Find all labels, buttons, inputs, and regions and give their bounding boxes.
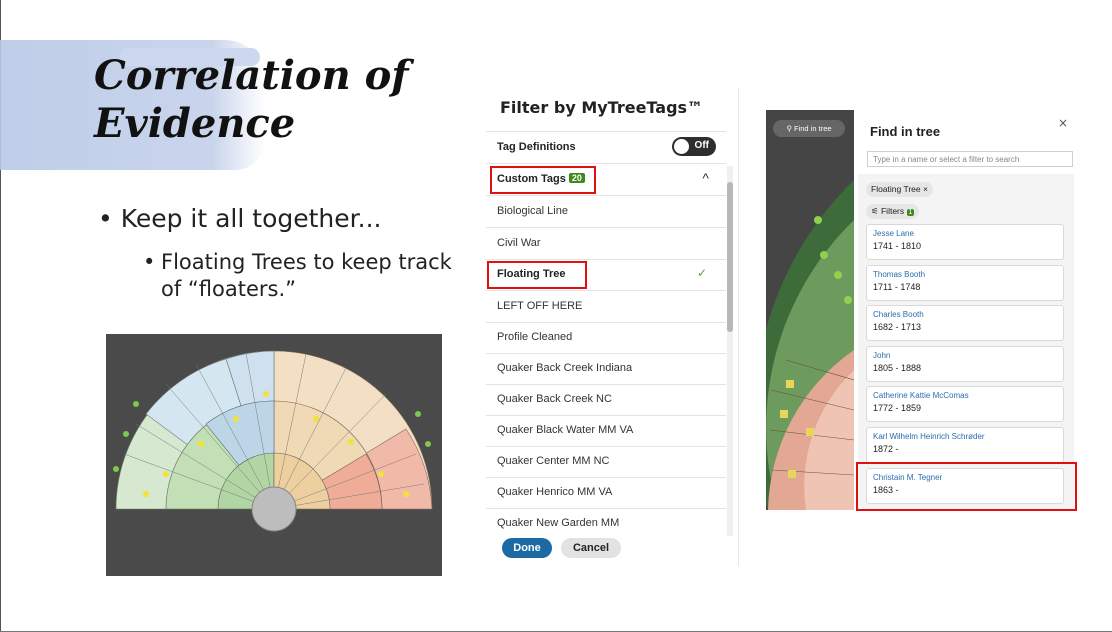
- find-panel-header: Find in tree × Type in a name or select …: [858, 110, 1074, 174]
- tree-background: ⚲ Find in tree: [754, 110, 855, 510]
- title-line-1: Correlation of: [94, 52, 409, 99]
- tag-item[interactable]: Quaker Henrico MM VA: [486, 477, 726, 509]
- checkmark-icon: ✓: [696, 266, 707, 280]
- tag-item[interactable]: LEFT OFF HERE: [486, 291, 726, 323]
- search-person-icon: ⚲: [786, 124, 795, 133]
- highlight-floating-tree: [487, 261, 587, 289]
- bullet-floating-trees: • Floating Trees to keep track of “float…: [143, 249, 473, 303]
- tree-fragment-graphic: [754, 180, 855, 510]
- filters-sliders-icon: ⚟: [871, 206, 881, 216]
- filters-button[interactable]: ⚟ Filters 1: [866, 204, 920, 219]
- toggle-state-label: Off: [694, 140, 709, 151]
- tag-item[interactable]: Quaker Back Creek Indiana: [486, 353, 726, 385]
- tag-item-label: LEFT OFF HERE: [497, 300, 583, 312]
- tag-item[interactable]: Quaker Black Water MM VA: [486, 415, 726, 447]
- tag-item-label: Quaker Henrico MM VA: [497, 486, 613, 498]
- tag-item[interactable]: Civil War: [486, 228, 726, 260]
- find-in-tree-button[interactable]: ⚲ Find in tree: [773, 120, 845, 137]
- tag-item-label: Quaker Back Creek Indiana: [497, 362, 633, 374]
- result-card[interactable]: Thomas Booth 1711 - 1748: [866, 265, 1064, 301]
- slide-title: Correlation of Evidence: [94, 52, 408, 148]
- highlight-custom-tags: [490, 166, 596, 194]
- slide: Correlation of Evidence • Keep it all to…: [0, 0, 1112, 632]
- tag-item-label: Quaker Black Water MM VA: [497, 424, 634, 436]
- tag-item-label: Quaker Center MM NC: [497, 455, 610, 467]
- toggle-knob: [674, 139, 689, 154]
- tag-item[interactable]: Quaker Center MM NC: [486, 446, 726, 478]
- result-dates: 1741 - 1810: [873, 241, 922, 251]
- filters-label: Filters: [880, 206, 905, 216]
- tag-item-label: Biological Line: [497, 205, 568, 217]
- cancel-button[interactable]: Cancel: [561, 538, 621, 558]
- done-button[interactable]: Done: [502, 538, 552, 558]
- bullet-floating-trees-text: Floating Trees to keep track of “floater…: [161, 250, 452, 301]
- find-panel: Find in tree × Type in a name or select …: [858, 110, 1074, 510]
- result-card[interactable]: Catherine Kattie McComas 1772 - 1859: [866, 386, 1064, 422]
- find-in-tree-screenshot: ⚲ Find in tree Find in tree × Type in a …: [754, 110, 1074, 510]
- result-dates: 1772 - 1859: [873, 403, 922, 413]
- highlight-christain-tegner: [856, 462, 1077, 511]
- result-dates: 1872 -: [873, 444, 899, 454]
- bullet-dot: •: [143, 250, 156, 274]
- result-card[interactable]: Charles Booth 1682 - 1713: [866, 305, 1064, 341]
- chevron-up-icon[interactable]: ^: [702, 170, 709, 186]
- tag-item[interactable]: Quaker New Garden MM: [486, 508, 726, 539]
- find-search-input[interactable]: Type in a name or select a filter to sea…: [867, 151, 1073, 167]
- result-dates: 1711 - 1748: [873, 282, 921, 292]
- filters-count-badge: 1: [906, 209, 915, 216]
- result-name: Thomas Booth: [873, 270, 926, 279]
- find-in-tree-button-label: Find in tree: [794, 124, 832, 133]
- tag-item[interactable]: Quaker Back Creek NC: [486, 384, 726, 416]
- close-icon[interactable]: ×: [1058, 116, 1068, 130]
- tag-item[interactable]: Profile Cleaned: [486, 322, 726, 354]
- tag-definitions-toggle[interactable]: Off: [672, 137, 716, 156]
- result-name: Charles Booth: [873, 310, 924, 319]
- result-dates: 1805 - 1888: [873, 363, 922, 373]
- result-name: John: [873, 351, 891, 360]
- floating-tree-filter-chip[interactable]: Floating Tree ×: [866, 182, 933, 197]
- filter-scrollbar[interactable]: [727, 166, 733, 536]
- result-name: Catherine Kattie McComas: [873, 391, 969, 400]
- tag-item-label: Quaker New Garden MM: [497, 517, 620, 529]
- tag-definitions-row: Tag Definitions Off: [486, 131, 726, 164]
- tag-item[interactable]: Biological Line: [486, 196, 726, 228]
- filter-tags-panel: Filter by MyTreeTags™ Tag Definitions Of…: [486, 88, 739, 566]
- title-line-2: Evidence: [94, 100, 296, 147]
- result-card[interactable]: John 1805 - 1888: [866, 346, 1064, 382]
- chip-close-icon[interactable]: ×: [923, 184, 928, 194]
- bullet-keep-together: • Keep it all together...: [98, 204, 382, 233]
- fan-chart-image: [106, 334, 442, 576]
- result-card[interactable]: Jesse Lane 1741 - 1810: [866, 224, 1064, 260]
- tag-item-label: Profile Cleaned: [497, 331, 573, 343]
- result-name: Karl Wilhelm Heinrich Schrøder: [873, 432, 985, 441]
- tag-definitions-label: Tag Definitions: [497, 141, 576, 153]
- tag-item-label: Civil War: [497, 237, 541, 249]
- result-dates: 1682 - 1713: [873, 322, 922, 332]
- result-card[interactable]: Karl Wilhelm Heinrich Schrøder 1872 -: [866, 427, 1064, 463]
- tag-item-label: Quaker Back Creek NC: [497, 393, 612, 405]
- filter-scrollbar-thumb[interactable]: [727, 182, 733, 332]
- filter-panel-title: Filter by MyTreeTags™: [500, 98, 704, 117]
- filter-chip-label: Floating Tree: [871, 184, 921, 194]
- fan-chart-graphic: [113, 350, 433, 532]
- result-name: Jesse Lane: [873, 229, 914, 238]
- find-panel-title: Find in tree: [870, 124, 941, 139]
